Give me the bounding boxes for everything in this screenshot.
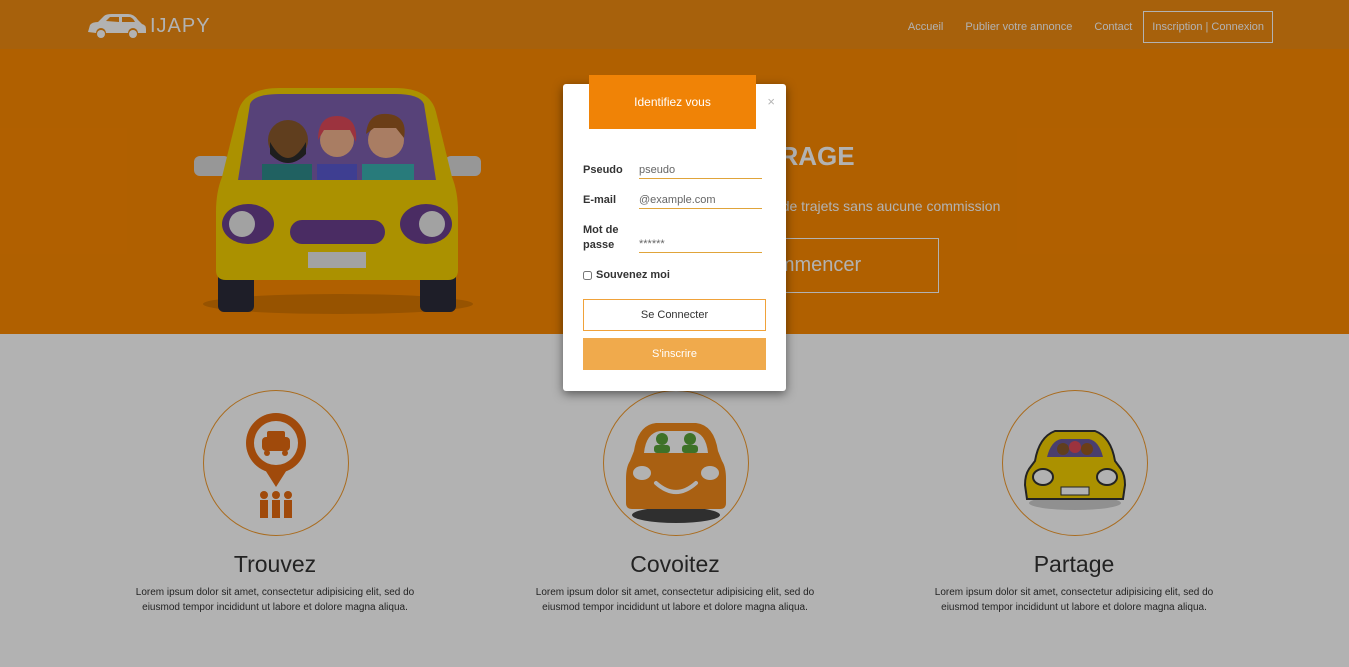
- password-label-line1: Mot de: [583, 224, 619, 236]
- email-input[interactable]: [639, 192, 762, 209]
- pseudo-label: Pseudo: [583, 164, 623, 176]
- modal-title: Identifiez vous: [589, 75, 756, 129]
- password-input[interactable]: [639, 236, 762, 253]
- remember-checkbox[interactable]: [583, 270, 592, 280]
- remember-label: Souvenez moi: [596, 269, 670, 281]
- close-icon[interactable]: ×: [767, 95, 775, 108]
- pseudo-input[interactable]: [639, 162, 762, 179]
- login-modal: Identifiez vous × Pseudo E-mail Mot de p…: [563, 75, 786, 391]
- email-label: E-mail: [583, 194, 617, 206]
- signup-button[interactable]: S'inscrire: [583, 338, 766, 370]
- remember-me[interactable]: Souvenez moi: [583, 269, 670, 281]
- password-label-line2: passe: [583, 239, 615, 251]
- login-button[interactable]: Se Connecter: [583, 299, 766, 331]
- password-label: Mot de passe: [583, 223, 618, 253]
